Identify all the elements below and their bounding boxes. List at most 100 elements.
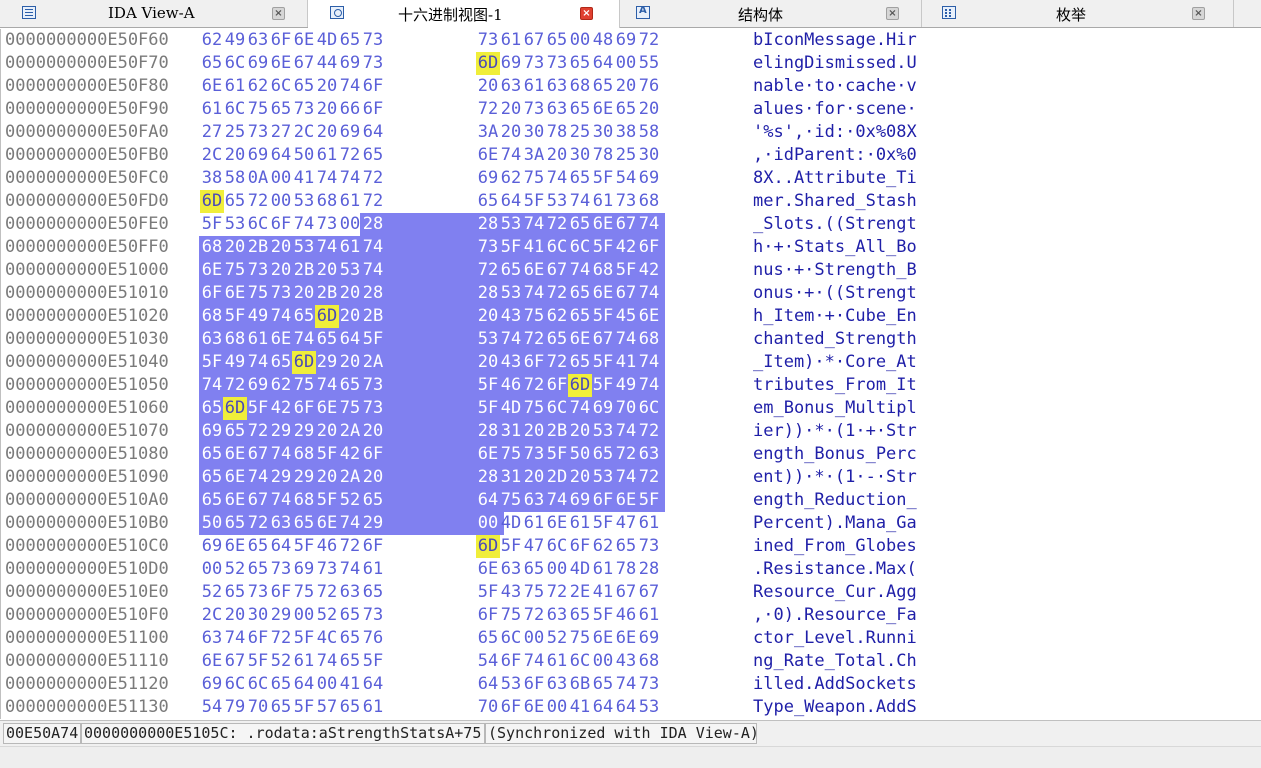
row-ascii[interactable]: _Slots.((Strengt bbox=[753, 215, 917, 234]
hex-byte[interactable]: 6F bbox=[522, 351, 546, 374]
hex-byte[interactable]: 5F bbox=[246, 650, 270, 673]
hex-byte[interactable]: 6E bbox=[614, 489, 638, 512]
hex-byte[interactable]: 74 bbox=[338, 512, 362, 535]
hex-byte[interactable]: 67 bbox=[246, 443, 270, 466]
hex-byte[interactable]: 67 bbox=[223, 650, 247, 673]
hex-byte[interactable]: 6F bbox=[499, 650, 523, 673]
hex-byte[interactable]: 74 bbox=[338, 75, 362, 98]
hex-byte[interactable]: 65 bbox=[338, 650, 362, 673]
hex-byte[interactable]: 73 bbox=[315, 558, 339, 581]
hex-byte[interactable]: 29 bbox=[269, 466, 293, 489]
hex-byte[interactable]: 64 bbox=[499, 190, 523, 213]
hex-byte[interactable]: 61 bbox=[522, 512, 546, 535]
hex-byte[interactable]: 5F bbox=[591, 236, 615, 259]
hex-byte[interactable]: 20 bbox=[476, 305, 500, 328]
hex-byte[interactable]: 42 bbox=[614, 236, 638, 259]
hex-byte[interactable]: 5F bbox=[292, 627, 316, 650]
hex-byte[interactable]: 69 bbox=[476, 167, 500, 190]
hex-byte[interactable]: 6F bbox=[476, 604, 500, 627]
hex-byte[interactable]: 73 bbox=[361, 604, 385, 627]
hex-byte[interactable]: 65 bbox=[269, 696, 293, 719]
hex-byte[interactable]: 5F bbox=[246, 397, 270, 420]
hex-byte[interactable]: 29 bbox=[361, 512, 385, 535]
hex-byte[interactable]: 20 bbox=[614, 75, 638, 98]
hex-byte[interactable]: 65 bbox=[568, 52, 592, 75]
hex-byte[interactable]: 74 bbox=[522, 650, 546, 673]
hex-byte[interactable]: 73 bbox=[246, 581, 270, 604]
hex-row[interactable]: 0000000000E51100 63 74 6F 72 5F 4C 65 76 65 6C 00 52… bbox=[1, 627, 1261, 650]
hex-byte[interactable]: 74 bbox=[315, 374, 339, 397]
row-ascii[interactable]: .Resistance.Max( bbox=[753, 560, 917, 579]
hex-byte[interactable]: 6E bbox=[223, 535, 247, 558]
hex-row[interactable]: 0000000000E510E0 52 65 73 6F 75 72 63 65 5F 43 75 72… bbox=[1, 581, 1261, 604]
tab-ida-view-a[interactable]: IDA View-A × bbox=[0, 0, 308, 27]
hex-byte[interactable]: 64 bbox=[591, 696, 615, 719]
hex-byte[interactable]: 52 bbox=[223, 558, 247, 581]
hex-byte[interactable]: 6C bbox=[568, 236, 592, 259]
hex-byte[interactable]: 69 bbox=[338, 121, 362, 144]
hex-byte[interactable]: 00 bbox=[269, 167, 293, 190]
hex-byte[interactable]: 00 bbox=[545, 696, 569, 719]
hex-byte[interactable]: 6F bbox=[361, 75, 385, 98]
hex-byte[interactable]: 5F bbox=[476, 581, 500, 604]
hex-byte[interactable]: 2A bbox=[338, 466, 362, 489]
hex-byte[interactable]: 68 bbox=[223, 328, 247, 351]
hex-byte[interactable]: 6D bbox=[200, 190, 224, 213]
hex-byte[interactable]: 64 bbox=[614, 696, 638, 719]
hex-byte[interactable]: 63 bbox=[200, 328, 224, 351]
hex-byte[interactable]: 53 bbox=[476, 328, 500, 351]
hex-byte[interactable]: 74 bbox=[338, 558, 362, 581]
hex-byte[interactable]: 64 bbox=[476, 489, 500, 512]
hex-byte[interactable]: 68 bbox=[568, 75, 592, 98]
hex-byte[interactable]: 20 bbox=[223, 604, 247, 627]
hex-row[interactable]: 0000000000E51020 68 5F 49 74 65 6D 20 2B 20 43 75 62… bbox=[1, 305, 1261, 328]
hex-byte[interactable]: 20 bbox=[568, 420, 592, 443]
hex-byte[interactable]: 28 bbox=[637, 558, 661, 581]
hex-row[interactable]: 0000000000E50F60 62 49 63 6F 6E 4D 65 73 73 61 67 65… bbox=[1, 29, 1261, 52]
hex-byte[interactable]: 5F bbox=[223, 305, 247, 328]
hex-byte[interactable]: 69 bbox=[200, 535, 224, 558]
hex-byte[interactable]: 72 bbox=[246, 420, 270, 443]
hex-byte[interactable]: 5F bbox=[361, 650, 385, 673]
hex-byte[interactable]: 20 bbox=[361, 420, 385, 443]
hex-byte[interactable]: 4D bbox=[499, 397, 523, 420]
hex-byte[interactable]: 65 bbox=[223, 512, 247, 535]
hex-byte[interactable]: 74 bbox=[522, 213, 546, 236]
hex-byte[interactable]: 6F bbox=[568, 535, 592, 558]
tab-hex-view-1[interactable]: 十六进制视图-1 × bbox=[308, 0, 620, 28]
hex-byte[interactable]: 70 bbox=[246, 696, 270, 719]
hex-byte[interactable]: 73 bbox=[637, 673, 661, 696]
hex-byte[interactable]: 6E bbox=[476, 443, 500, 466]
hex-byte[interactable]: 5F bbox=[591, 374, 615, 397]
hex-byte[interactable]: 52 bbox=[338, 489, 362, 512]
hex-byte[interactable]: 65 bbox=[200, 489, 224, 512]
hex-byte[interactable]: 72 bbox=[522, 328, 546, 351]
hex-byte[interactable]: 63 bbox=[545, 98, 569, 121]
hex-byte[interactable]: 72 bbox=[522, 604, 546, 627]
hex-byte[interactable]: 73 bbox=[361, 29, 385, 52]
hex-byte[interactable]: 65 bbox=[292, 75, 316, 98]
hex-byte[interactable]: 45 bbox=[614, 305, 638, 328]
hex-byte[interactable]: 20 bbox=[545, 144, 569, 167]
hex-byte[interactable]: 6E bbox=[315, 512, 339, 535]
hex-byte[interactable]: 72 bbox=[614, 443, 638, 466]
hex-row[interactable]: 0000000000E51130 54 79 70 65 5F 57 65 61 70 6F 6E 00… bbox=[1, 696, 1261, 719]
close-icon[interactable]: × bbox=[272, 7, 285, 20]
hex-byte[interactable]: 2E bbox=[568, 581, 592, 604]
hex-row[interactable]: 0000000000E50FF0 68 20 2B 20 53 74 61 74 73 5F 41 6C… bbox=[1, 236, 1261, 259]
hex-row[interactable]: 0000000000E50FB0 2C 20 69 64 50 61 72 65 6E 74 3A 20… bbox=[1, 144, 1261, 167]
hex-byte[interactable]: 6E bbox=[269, 52, 293, 75]
hex-byte[interactable]: 63 bbox=[269, 512, 293, 535]
hex-byte[interactable]: 6E bbox=[637, 305, 661, 328]
hex-byte[interactable]: 6F bbox=[269, 213, 293, 236]
hex-byte[interactable]: 30 bbox=[591, 121, 615, 144]
hex-byte[interactable]: 75 bbox=[522, 305, 546, 328]
hex-byte[interactable]: 53 bbox=[591, 466, 615, 489]
hex-byte[interactable]: 5F bbox=[200, 213, 224, 236]
hex-byte[interactable]: 6F bbox=[246, 627, 270, 650]
hex-byte[interactable]: 29 bbox=[315, 351, 339, 374]
hex-byte[interactable]: 65 bbox=[223, 420, 247, 443]
hex-byte[interactable]: 61 bbox=[591, 558, 615, 581]
hex-byte[interactable]: 72 bbox=[361, 167, 385, 190]
hex-row[interactable]: 0000000000E51090 65 6E 74 29 29 20 2A 20 28 31 20 2D… bbox=[1, 466, 1261, 489]
